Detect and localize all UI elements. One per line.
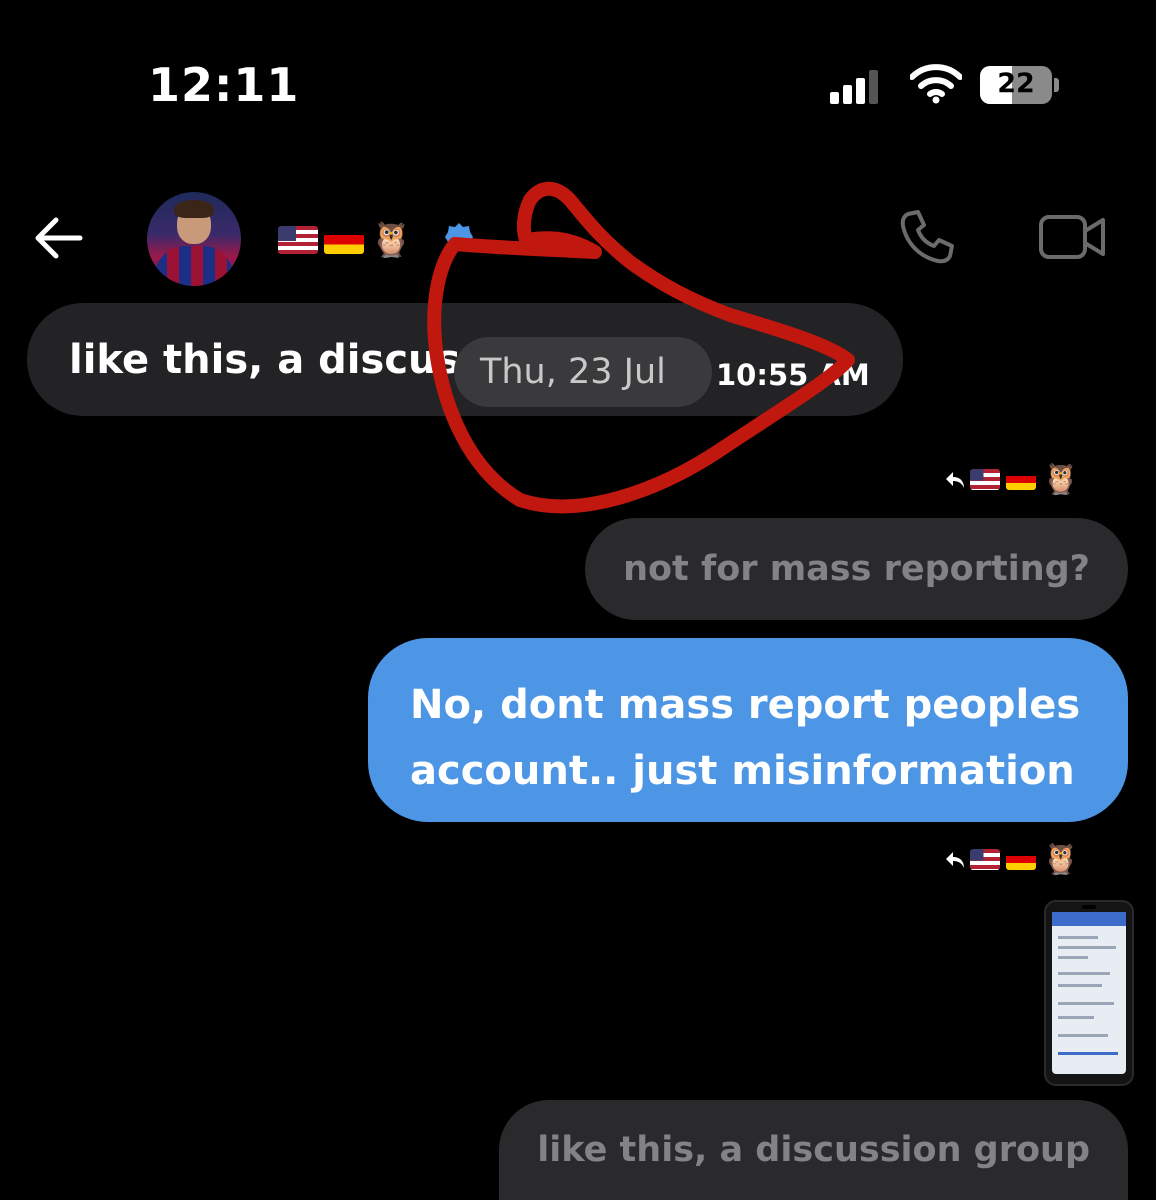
us-flag-icon — [970, 469, 1000, 490]
owl-emoji: 🦉 — [1042, 842, 1080, 877]
message-text: No, dont mass report peoples account.. j… — [410, 682, 1081, 794]
wifi-icon — [910, 64, 962, 104]
message-timestamp: 10:55 AM — [716, 358, 870, 392]
reply-metadata: 🦉 — [944, 842, 1079, 877]
cellular-signal-icon — [830, 70, 878, 104]
phone-call-button[interactable] — [898, 208, 956, 266]
back-button[interactable] — [30, 212, 86, 264]
video-call-button[interactable] — [1038, 212, 1106, 262]
message-text: like this, a discus — [69, 337, 461, 383]
us-flag-icon — [970, 849, 1000, 870]
sent-message-bubble[interactable]: like this, a discussion group — [499, 1100, 1128, 1200]
sent-message-bubble[interactable]: No, dont mass report peoples account.. j… — [368, 638, 1128, 822]
battery-tip — [1054, 78, 1059, 92]
battery-icon: 22 — [980, 66, 1052, 104]
sent-message-bubble[interactable]: not for mass reporting? — [585, 518, 1128, 620]
message-text: like this, a discussion group — [537, 1130, 1090, 1170]
owl-emoji: 🦉 — [1042, 462, 1080, 497]
reply-arrow-icon — [946, 851, 964, 868]
owl-emoji: 🦉 — [370, 220, 413, 260]
conversation-title[interactable]: 🦉 — [278, 218, 412, 260]
battery-level: 22 — [997, 68, 1035, 99]
message-text: not for mass reporting? — [623, 549, 1090, 589]
status-time: 12:11 — [148, 58, 300, 112]
verified-badge-icon — [445, 223, 473, 251]
us-flag-icon — [278, 226, 318, 254]
germany-flag-icon — [324, 226, 364, 254]
date-separator-pill: Thu, 23 Jul — [454, 337, 712, 407]
germany-flag-icon — [1006, 849, 1036, 870]
reply-metadata: 🦉 — [944, 462, 1079, 497]
date-separator-text: Thu, 23 Jul — [480, 352, 666, 392]
germany-flag-icon — [1006, 469, 1036, 490]
avatar[interactable] — [147, 192, 241, 286]
image-attachment-thumbnail[interactable] — [1044, 900, 1134, 1086]
reply-arrow-icon — [946, 471, 964, 488]
